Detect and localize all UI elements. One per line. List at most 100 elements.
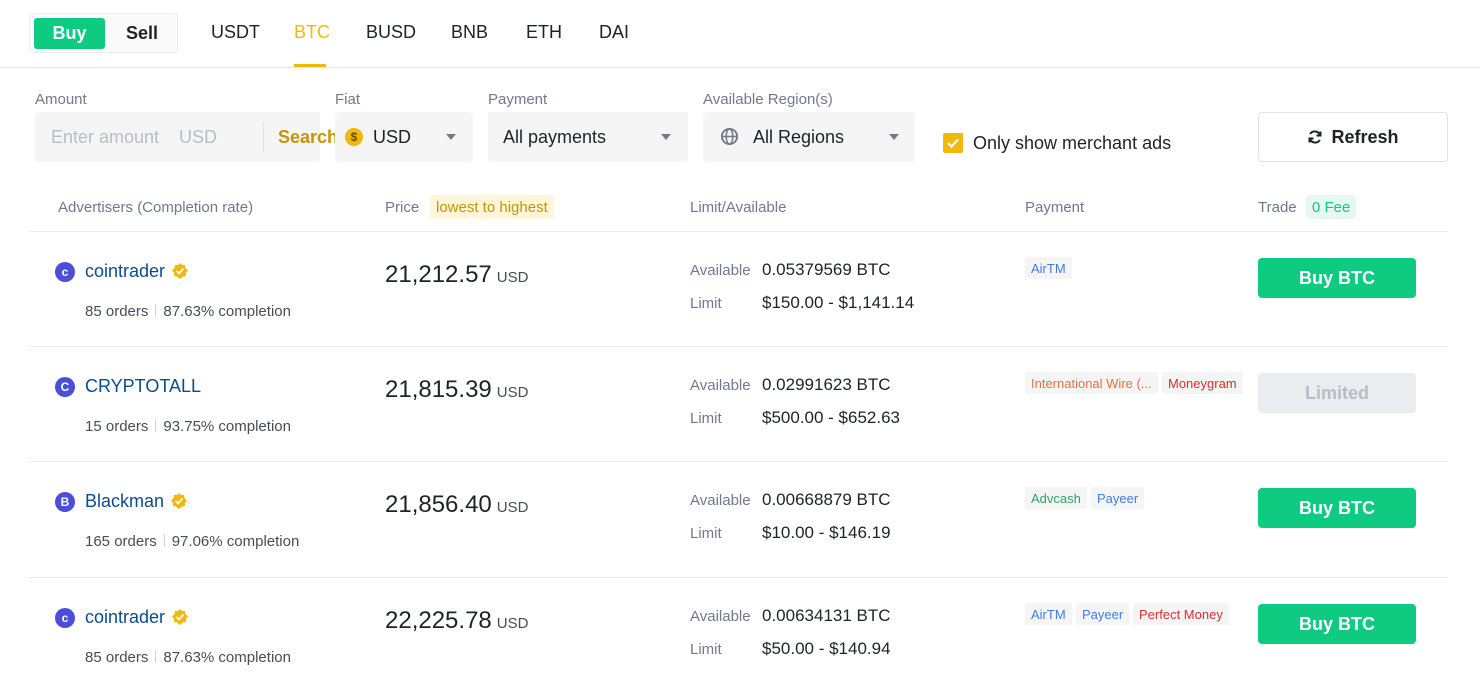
amount-currency: USD [179,127,218,147]
offer-row: C CRYPTOTALL 15 orders 93.75% completion 21,… [0,347,1480,462]
price-value: 21,815.39 [385,376,492,403]
limit-label: Limit [690,641,722,658]
buy-toggle-button[interactable]: Buy [34,18,105,49]
col-header-trade: Trade [1258,199,1297,216]
completion-rate: 97.06% completion [171,533,300,550]
advertiser-stats: 85 orders 87.63% completion [85,649,291,666]
refresh-label: Refresh [1331,126,1399,147]
amount-divider [263,122,264,152]
zero-fee-badge: 0 Fee [1306,195,1357,219]
payment-method-tag: International Wire (... [1025,372,1158,394]
search-button[interactable]: Search [278,127,338,148]
completion-rate: 87.63% completion [163,303,291,320]
col-header-price: Price [385,199,420,216]
tab-dai[interactable]: DAI [599,22,629,43]
stats-separator [155,650,157,663]
price: 21,856.40 USD [385,491,528,519]
col-header-advertisers: Advertisers (Completion rate) [58,199,254,216]
top-bar: Buy Sell USDT BTC BUSD BNB ETH DAI [0,0,1480,68]
limit-label: Limit [690,410,722,427]
limit-range: $10.00 - $146.19 [762,523,891,542]
order-count: 85 orders [85,649,149,666]
advertiser-name[interactable]: cointrader [85,261,165,282]
verified-badge-icon [172,263,188,279]
verified-badge-icon [171,493,187,509]
offer-row: B Blackman 165 orders 97.06% completion 21,8… [0,462,1480,577]
available-amount: 0.02991623 BTC [762,375,891,394]
buy-btc-button[interactable]: Buy BTC [1258,604,1416,644]
tab-usdt[interactable]: USDT [211,22,260,43]
order-count: 85 orders [85,303,149,320]
advertiser-stats: 85 orders 87.63% completion [85,303,291,320]
price-unit: USD [496,384,529,401]
merchant-only-checkbox[interactable] [943,133,963,153]
limit-range: $500.00 - $652.63 [762,408,901,427]
amount-input[interactable] [51,126,166,148]
offer-row: c cointrader 85 orders 87.63% completion 21,… [0,232,1480,347]
payment-label: Payment [488,91,548,108]
payment-method-tag: AirTM [1025,257,1072,279]
col-header-limit: Limit/Available [690,199,787,216]
available-label: Available [690,492,751,509]
completion-rate: 87.63% completion [163,649,291,666]
verified-badge-icon [172,609,188,625]
sell-toggle-button[interactable]: Sell [110,18,174,49]
advertiser-stats: 15 orders 93.75% completion [85,418,291,435]
buy-btc-button[interactable]: Buy BTC [1258,258,1416,298]
price-unit: USD [496,499,529,516]
fiat-label: Fiat [335,91,361,108]
avatar: C [55,377,75,397]
dollar-coin-icon: $ [345,128,363,146]
limited-button[interactable]: Limited [1258,373,1416,413]
stats-separator [155,304,157,317]
amount-label: Amount [35,91,87,108]
available-amount: 0.05379569 BTC [762,260,891,279]
tab-busd[interactable]: BUSD [366,22,416,43]
payment-method-tag: Payeer [1091,487,1145,509]
limit-label: Limit [690,295,722,312]
chevron-down-icon [889,134,899,140]
active-tab-indicator [294,64,326,67]
price: 22,225.78 USD [385,607,528,635]
price-sort-badge[interactable]: lowest to highest [430,195,554,219]
fiat-select[interactable]: $ USD [335,112,473,162]
merchant-only-label[interactable]: Only show merchant ads [973,133,1171,154]
region-select[interactable]: All Regions [703,112,915,162]
advertiser-name[interactable]: cointrader [85,607,165,628]
checkmark-icon [947,138,959,149]
price: 21,815.39 USD [385,376,528,404]
price-value: 22,225.78 [385,607,492,634]
stats-separator [155,419,157,432]
price-value: 21,212.57 [385,261,492,288]
payment-method-tag: Moneygram [1162,372,1243,394]
available-label: Available [690,262,751,279]
tab-btc[interactable]: BTC [294,22,330,43]
limit-range: $150.00 - $1,141.14 [762,293,915,312]
tab-eth[interactable]: ETH [526,22,562,43]
tab-bnb[interactable]: BNB [451,22,488,43]
payment-method-tag: Perfect Money [1133,603,1229,625]
chevron-down-icon [661,134,671,140]
available-amount: 0.00634131 BTC [762,606,891,625]
amount-field: USD Search [35,112,338,162]
payment-method-tag: AirTM [1025,603,1072,625]
order-count: 165 orders [85,533,157,550]
price-unit: USD [496,615,529,632]
available-amount: 0.00668879 BTC [762,490,891,509]
refresh-button[interactable]: Refresh [1258,112,1448,162]
buy-sell-toggle: Buy Sell [29,13,178,53]
price: 21,212.57 USD [385,261,528,289]
payment-select[interactable]: All payments [488,112,688,162]
buy-btc-button[interactable]: Buy BTC [1258,488,1416,528]
advertiser-name[interactable]: Blackman [85,491,164,512]
chevron-down-icon [446,134,456,140]
avatar: c [55,262,75,282]
order-count: 15 orders [85,418,149,435]
price-unit: USD [496,269,529,286]
col-header-payment: Payment [1025,199,1085,216]
limit-label: Limit [690,525,722,542]
available-label: Available [690,608,751,625]
offer-row: c cointrader 85 orders 87.63% completion 22,… [0,578,1480,693]
avatar: B [55,492,75,512]
advertiser-name[interactable]: CRYPTOTALL [85,376,201,397]
